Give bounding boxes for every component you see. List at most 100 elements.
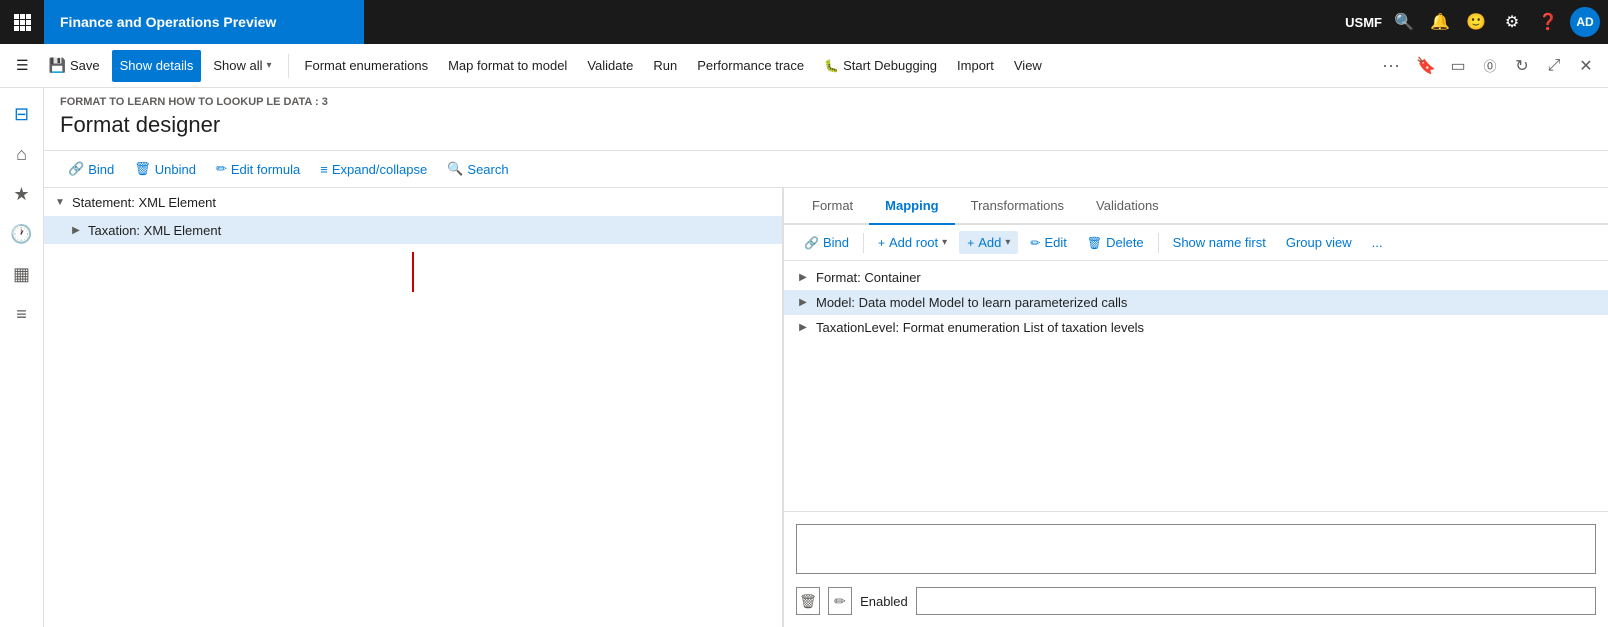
split-pane: ▼ Statement: XML Element ▶ Taxation: XML… xyxy=(44,188,1608,627)
edit-icon: ✏ xyxy=(1030,236,1040,250)
separator-1 xyxy=(288,54,289,78)
bookmark-icon[interactable]: 🔖 xyxy=(1412,52,1440,80)
unbind-button[interactable]: 🗑 Unbind xyxy=(126,157,204,181)
show-all-button[interactable]: Show all ▾ xyxy=(205,50,279,82)
ds-format-arrow: ▶ xyxy=(796,271,810,285)
validate-button[interactable]: Validate xyxy=(579,50,641,82)
run-button[interactable]: Run xyxy=(645,50,685,82)
show-details-button[interactable]: Show details xyxy=(112,50,202,82)
expand-icon: ▶ xyxy=(68,222,84,238)
hamburger-button[interactable]: ☰ xyxy=(8,50,37,82)
bottom-section: 🗑 ✏ Enabled xyxy=(784,511,1608,627)
view-button[interactable]: View xyxy=(1006,50,1050,82)
map-format-button[interactable]: Map format to model xyxy=(440,50,575,82)
ds-model-arrow: ▶ xyxy=(796,296,810,310)
bind-button[interactable]: 🔗 Bind xyxy=(60,157,122,181)
expand-icon[interactable]: ⤢ xyxy=(1540,52,1568,80)
tab-validations[interactable]: Validations xyxy=(1080,188,1175,225)
panel-icon[interactable]: ▭ xyxy=(1444,52,1472,80)
top-bar-grid: Finance and Operations Preview USMF 🔍 🔔 … xyxy=(8,0,1600,44)
performance-trace-button[interactable]: Performance trace xyxy=(689,50,812,82)
edit-enabled-button[interactable]: ✏ xyxy=(828,587,852,615)
hamburger-icon: ☰ xyxy=(16,57,29,74)
edit-icon: ✏ xyxy=(216,161,227,177)
tab-transformations[interactable]: Transformations xyxy=(955,188,1080,225)
delete-enabled-button[interactable]: 🗑 xyxy=(796,587,820,615)
ds-item-taxation[interactable]: ▶ TaxationLevel: Format enumeration List… xyxy=(784,315,1608,340)
workspaces-icon[interactable]: ▦ xyxy=(4,256,40,292)
emoji-icon[interactable]: 🙂 xyxy=(1462,8,1490,36)
ds-item-format[interactable]: ▶ Format: Container xyxy=(784,265,1608,290)
refresh-icon[interactable]: ↻ xyxy=(1508,52,1536,80)
edit-button[interactable]: ✏ Edit xyxy=(1022,231,1074,254)
recent-icon[interactable]: 🕐 xyxy=(4,216,40,252)
search-button[interactable]: 🔍 Search xyxy=(439,157,516,181)
format-toolbar: 🔗 Bind 🗑 Unbind ✏ Edit formula ≡ Expand/… xyxy=(44,151,1608,188)
top-bar: Finance and Operations Preview USMF 🔍 🔔 … xyxy=(0,0,1608,44)
expand-icon: ≡ xyxy=(320,162,328,177)
breadcrumb: FORMAT TO LEARN HOW TO LOOKUP LE DATA : … xyxy=(60,96,1592,108)
left-pane: ▼ Statement: XML Element ▶ Taxation: XML… xyxy=(44,188,784,627)
collapse-icon: ▼ xyxy=(52,194,68,210)
bell-icon[interactable]: 🔔 xyxy=(1426,8,1454,36)
add-root-dropdown-icon: ▾ xyxy=(942,237,947,248)
modules-icon[interactable]: ≡ xyxy=(4,296,40,332)
import-button[interactable]: Import xyxy=(949,50,1002,82)
divider-line xyxy=(412,252,414,292)
group-view-button[interactable]: Group view xyxy=(1278,231,1360,254)
tab-bar: Format Mapping Transformations Validatio… xyxy=(784,188,1608,225)
close-icon[interactable]: ✕ xyxy=(1572,52,1600,80)
favorites-icon[interactable]: ★ xyxy=(4,176,40,212)
add-icon: + xyxy=(967,236,974,250)
settings-icon[interactable]: ⚙ xyxy=(1498,8,1526,36)
page-title: Format designer xyxy=(60,112,1592,138)
more-commands-icon[interactable]: ··· xyxy=(1374,55,1408,76)
ds-item-model[interactable]: ▶ Model: Data model Model to learn param… xyxy=(784,290,1608,315)
right-toolbar: 🔗 Bind + Add root ▾ + Add ▾ xyxy=(784,225,1608,261)
right-pane: Format Mapping Transformations Validatio… xyxy=(784,188,1608,627)
delete-button[interactable]: 🗑 Delete xyxy=(1079,231,1152,254)
user-label: USMF xyxy=(1345,15,1382,30)
search-icon: 🔍 xyxy=(447,161,463,177)
tree-item-statement[interactable]: ▼ Statement: XML Element xyxy=(44,188,782,216)
avatar[interactable]: AD xyxy=(1570,7,1600,37)
enabled-row: 🗑 ✏ Enabled xyxy=(796,587,1596,615)
ds-taxation-arrow: ▶ xyxy=(796,321,810,335)
add-root-button[interactable]: + Add root ▾ xyxy=(870,231,955,254)
show-name-first-button[interactable]: Show name first xyxy=(1165,231,1274,254)
page-header: FORMAT TO LEARN HOW TO LOOKUP LE DATA : … xyxy=(44,88,1608,151)
add-button[interactable]: + Add ▾ xyxy=(959,231,1018,254)
tab-format[interactable]: Format xyxy=(796,188,869,225)
add-dropdown-icon: ▾ xyxy=(1005,237,1010,248)
badge-icon[interactable]: ⓪ xyxy=(1476,52,1504,80)
formula-textbox[interactable] xyxy=(796,524,1596,574)
app-title: Finance and Operations Preview xyxy=(44,0,364,44)
debug-icon: 🐛 xyxy=(824,59,839,73)
start-debugging-button[interactable]: 🐛 Start Debugging xyxy=(816,50,945,82)
home-icon[interactable]: ⌂ xyxy=(4,136,40,172)
enabled-label: Enabled xyxy=(860,594,908,609)
apps-icon[interactable] xyxy=(8,8,36,36)
format-enumerations-button[interactable]: Format enumerations xyxy=(297,50,437,82)
save-button[interactable]: 💾 Save xyxy=(41,50,108,82)
enabled-input[interactable] xyxy=(916,587,1596,615)
expand-collapse-button[interactable]: ≡ Expand/collapse xyxy=(312,158,435,181)
main-layout: ⊟ ⌂ ★ 🕐 ▦ ≡ FORMAT TO LEARN HOW TO LOOKU… xyxy=(0,88,1608,627)
tree-item-taxation[interactable]: ▶ Taxation: XML Element xyxy=(44,216,782,244)
search-icon[interactable]: 🔍 xyxy=(1390,8,1418,36)
right-bind-button[interactable]: 🔗 Bind xyxy=(796,231,857,254)
unbind-icon: 🗑 xyxy=(134,161,151,177)
help-icon[interactable]: ❓ xyxy=(1534,8,1562,36)
rt-sep-1 xyxy=(863,233,864,253)
show-all-dropdown-icon: ▾ xyxy=(267,60,272,71)
rt-sep-2 xyxy=(1158,233,1159,253)
command-bar: ☰ 💾 Save Show details Show all ▾ Format … xyxy=(0,44,1608,88)
delete-icon: 🗑 xyxy=(1087,236,1102,250)
more-button[interactable]: ... xyxy=(1364,231,1391,254)
divider-container xyxy=(44,244,782,300)
right-bind-icon: 🔗 xyxy=(804,236,819,250)
filter-icon[interactable]: ⊟ xyxy=(4,96,40,132)
datasource-tree: ▶ Format: Container ▶ Model: Data model … xyxy=(784,261,1608,511)
edit-formula-button[interactable]: ✏ Edit formula xyxy=(208,157,308,181)
tab-mapping[interactable]: Mapping xyxy=(869,188,954,225)
